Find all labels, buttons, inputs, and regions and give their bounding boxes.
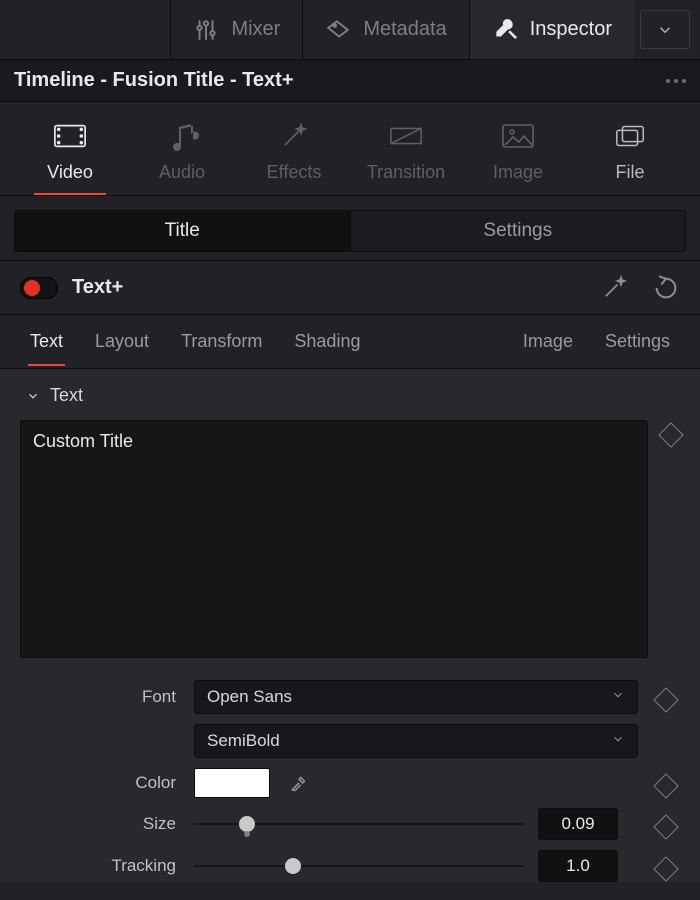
tab-file-label: File [615,162,644,183]
subtab-settings[interactable]: Settings [603,317,672,366]
tracking-slider[interactable] [194,851,524,881]
tracking-value: 1.0 [566,856,590,876]
transition-icon [389,120,423,152]
top-toolbar: Mixer Metadata Inspector [0,0,700,60]
tab-effects-label: Effects [267,162,322,183]
tools-icon [492,17,518,43]
styled-text-input[interactable] [20,420,648,658]
tab-video[interactable]: Video [14,120,126,195]
chevron-down-icon [611,731,625,751]
subtab-layout[interactable]: Layout [93,317,151,366]
toolbar-metadata-label: Metadata [363,18,446,41]
eyedropper-icon[interactable] [288,772,310,794]
segment-settings[interactable]: Settings [350,211,686,251]
tab-audio[interactable]: Audio [126,120,238,195]
reset-icon[interactable] [652,274,680,302]
segmented-row: Title Settings [0,196,700,261]
tab-image-label: Image [493,162,543,183]
font-weight-select[interactable]: SemiBold [194,724,638,758]
tab-image[interactable]: Image [462,120,574,195]
wand-icon [277,120,311,152]
tracking-label: Tracking [20,856,180,876]
toolbar-overflow-dropdown[interactable] [640,10,690,49]
segmented-control: Title Settings [14,210,686,252]
font-label: Font [20,687,180,707]
toolbar-inspector[interactable]: Inspector [469,0,634,59]
sliders-icon [193,17,219,43]
font-weight-value: SemiBold [207,731,280,751]
toolbar-mixer[interactable]: Mixer [170,0,302,59]
segment-title-label: Title [165,220,200,242]
clip-title: Timeline - Fusion Title - Text+ [14,69,294,92]
chevron-down-icon [611,687,625,707]
plugin-header: Text+ [0,261,700,315]
keyframe-diamond[interactable] [653,814,678,839]
toolbar-inspector-label: Inspector [530,18,612,41]
size-slider[interactable] [194,809,524,839]
color-swatch[interactable] [194,768,270,798]
tab-transition-label: Transition [367,162,445,183]
image-icon [501,120,535,152]
plugin-name: Text+ [72,276,123,299]
segment-settings-label: Settings [483,220,552,242]
text-panel: Text Font Open Sans SemiBold [0,369,700,882]
more-icon[interactable] [666,79,686,83]
toolbar-metadata[interactable]: Metadata [302,0,468,59]
size-value: 0.09 [561,814,594,834]
chevron-down-icon [656,21,674,39]
chevron-down-icon [26,389,40,403]
tab-effects[interactable]: Effects [238,120,350,195]
toolbar-mixer-label: Mixer [231,18,280,41]
keyframe-diamond[interactable] [653,856,678,881]
subtab-text[interactable]: Text [28,317,65,366]
tracking-value-input[interactable]: 1.0 [538,850,618,882]
tab-audio-label: Audio [159,162,205,183]
tab-transition[interactable]: Transition [350,120,462,195]
filmstrip-icon [53,120,87,152]
segment-title[interactable]: Title [15,211,350,251]
size-value-input[interactable]: 0.09 [538,808,618,840]
keyframe-diamond[interactable] [658,422,683,447]
magic-wand-icon[interactable] [600,274,628,302]
clip-title-bar: Timeline - Fusion Title - Text+ [0,60,700,102]
keyframe-diamond[interactable] [653,773,678,798]
tag-icon [325,17,351,43]
subtab-transform[interactable]: Transform [179,317,264,366]
plugin-enable-toggle[interactable] [20,277,58,299]
music-note-icon [165,120,199,152]
tab-video-label: Video [47,162,93,183]
section-text-header[interactable]: Text [26,385,680,406]
section-text-label: Text [50,385,83,406]
subtab-image[interactable]: Image [521,317,575,366]
keyframe-diamond[interactable] [653,687,678,712]
file-stack-icon [613,120,647,152]
color-label: Color [20,773,180,793]
size-label: Size [20,814,180,834]
inspector-category-tabs: Video Audio Effects Transition Imag [0,102,700,196]
subtab-shading[interactable]: Shading [292,317,362,366]
font-family-select[interactable]: Open Sans [194,680,638,714]
plugin-subtabs: Text Layout Transform Shading Image Sett… [0,315,700,369]
font-family-value: Open Sans [207,687,292,707]
tab-file[interactable]: File [574,120,686,195]
